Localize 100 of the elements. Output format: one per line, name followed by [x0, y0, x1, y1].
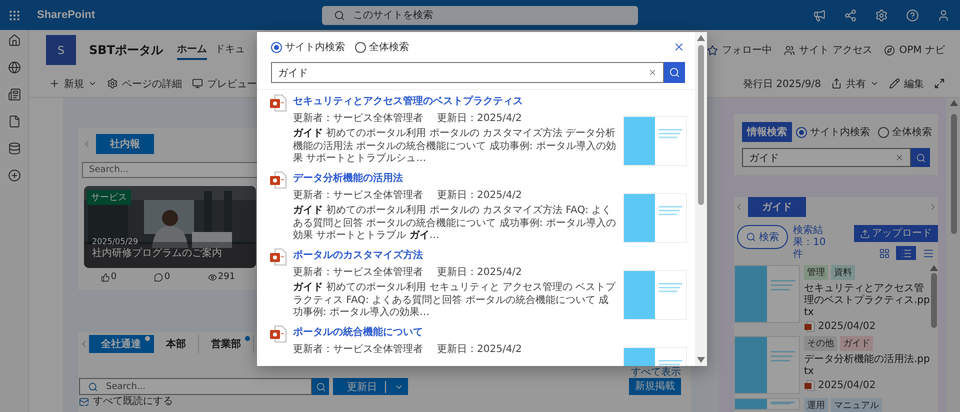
- nav-tab[interactable]: ホーム: [176, 40, 207, 60]
- tag: その他: [804, 336, 837, 351]
- file-name[interactable]: データ分析機能の活用法.pptx: [804, 354, 930, 378]
- search-button[interactable]: [312, 378, 329, 395]
- view-toggle[interactable]: [896, 246, 916, 260]
- scroll-up-icon[interactable]: [697, 35, 705, 41]
- app-name: SharePoint: [37, 9, 96, 21]
- slides-file-icon: [804, 321, 815, 332]
- command-button[interactable]: ページの詳細: [107, 76, 182, 90]
- search-icon: [334, 10, 345, 20]
- tag: 資料: [831, 265, 855, 280]
- mark-all-read-link[interactable]: すべて既読にする: [93, 396, 173, 407]
- search-button[interactable]: [911, 148, 930, 167]
- megaphone-icon: [813, 8, 826, 22]
- command-button[interactable]: サイト アクセス: [784, 43, 872, 57]
- home-icon: [8, 34, 20, 47]
- search-button[interactable]: 検索: [737, 225, 788, 249]
- search-field[interactable]: このサイトを検索: [322, 6, 638, 24]
- command-button[interactable]: プレビュー: [192, 76, 257, 90]
- compass-icon: [884, 44, 896, 56]
- updated-date: 更新日：2025/4/2: [437, 188, 522, 202]
- radio-button[interactable]: [271, 42, 282, 52]
- thumbs-up-icon: [100, 272, 110, 282]
- updated-by: 更新者：サービス全体管理者: [293, 188, 423, 202]
- upload-icon: [860, 228, 870, 238]
- file-date: 2025/04/02: [818, 380, 876, 391]
- new-post-button[interactable]: 新規掲載: [629, 378, 681, 395]
- caret-icon: [870, 79, 879, 88]
- search-field[interactable]: ガイド: [271, 62, 664, 83]
- expand-icon[interactable]: [934, 78, 945, 89]
- scroll-up-icon[interactable]: [930, 265, 938, 271]
- command-button[interactable]: フォロー中: [707, 43, 772, 57]
- view-count[interactable]: 291: [208, 272, 236, 282]
- network-icon: [844, 8, 857, 22]
- command-button[interactable]: 編集: [889, 76, 924, 90]
- sort-button[interactable]: 更新日: [333, 378, 408, 395]
- scroll-up-icon[interactable]: [950, 100, 958, 106]
- clear-icon: [648, 68, 657, 77]
- star-icon: [707, 44, 718, 56]
- command-button[interactable]: OPM ナビ: [884, 43, 945, 57]
- category-tab[interactable]: 全社通達: [89, 335, 154, 353]
- nav-tab[interactable]: ドキュ: [214, 40, 245, 60]
- pencil-icon: [889, 78, 900, 89]
- radio-button[interactable]: [796, 126, 807, 138]
- tag: ガイド: [840, 336, 873, 351]
- news-tab[interactable]: 社内報: [96, 134, 154, 154]
- search-button[interactable]: [664, 62, 685, 83]
- radio-button[interactable]: [878, 126, 889, 138]
- command-button[interactable]: 共有: [831, 76, 879, 90]
- result-title[interactable]: ポータルの統合機能について: [293, 325, 617, 339]
- result-title[interactable]: セキュリティとアクセス管理のベストプラクティス: [293, 94, 617, 108]
- category-tab[interactable]: 本部: [154, 335, 199, 353]
- search-field[interactable]: Search...: [79, 378, 312, 395]
- search-icon: [746, 232, 756, 242]
- search-icon: [669, 67, 680, 78]
- command-button[interactable]: 新規: [49, 76, 97, 90]
- comment-button[interactable]: 0: [154, 272, 170, 282]
- slides-file-icon: [269, 325, 287, 343]
- eye-icon: [208, 272, 217, 282]
- show-all-link[interactable]: すべて表示: [631, 367, 681, 378]
- updated-date: 更新日：2025/4/2: [437, 112, 522, 125]
- app-launcher-icon[interactable]: [8, 8, 21, 22]
- tag: 運用: [804, 398, 828, 412]
- close-icon[interactable]: [673, 41, 685, 53]
- monitor-icon: [192, 78, 203, 89]
- result-title[interactable]: ポータルのカスタマイズ方法: [293, 248, 617, 262]
- settings-icon: [875, 8, 888, 22]
- database-icon: [8, 142, 20, 155]
- file-name[interactable]: セキュリティとアクセス管理のベストプラクティス.pptx: [804, 283, 930, 319]
- caret-icon: [88, 79, 97, 88]
- radio-label: 全体検索: [369, 40, 409, 54]
- like-button[interactable]: 0: [100, 272, 117, 282]
- gear-icon: [107, 78, 118, 89]
- scroll-down-icon[interactable]: [697, 357, 705, 363]
- scrollbar-thumb[interactable]: [950, 114, 956, 234]
- radio-label: サイト内検索: [285, 40, 345, 54]
- search-icon: [316, 382, 326, 392]
- upload-button[interactable]: アップロード: [854, 225, 938, 242]
- search-icon: [916, 152, 926, 162]
- slides-file-icon: [269, 171, 287, 189]
- scrollbar-thumb[interactable]: [698, 45, 704, 205]
- file-icon: [8, 115, 20, 128]
- add-icon: [8, 169, 20, 182]
- clear-icon: [895, 153, 904, 162]
- radio-button[interactable]: [355, 42, 366, 52]
- category-tag: サービス: [87, 190, 131, 205]
- comment-icon: [154, 272, 164, 282]
- plus-icon: [49, 78, 60, 89]
- updated-by: 更新者：サービス全体管理者: [293, 266, 423, 279]
- user-icon: [937, 8, 950, 22]
- compact-list-icon: [922, 248, 934, 258]
- category-tab[interactable]: 営業部: [199, 335, 254, 353]
- published-date: 発行日 2025/9/8: [742, 78, 821, 90]
- slides-file-icon: [269, 94, 287, 112]
- site-logo[interactable]: S: [46, 35, 76, 65]
- grid-view-icon: [878, 248, 890, 258]
- result-count: 検索結果：10件: [793, 225, 827, 261]
- results-tab[interactable]: ガイド: [748, 197, 806, 217]
- scrollbar-thumb[interactable]: [931, 273, 937, 328]
- search-field[interactable]: ガイド: [742, 148, 911, 167]
